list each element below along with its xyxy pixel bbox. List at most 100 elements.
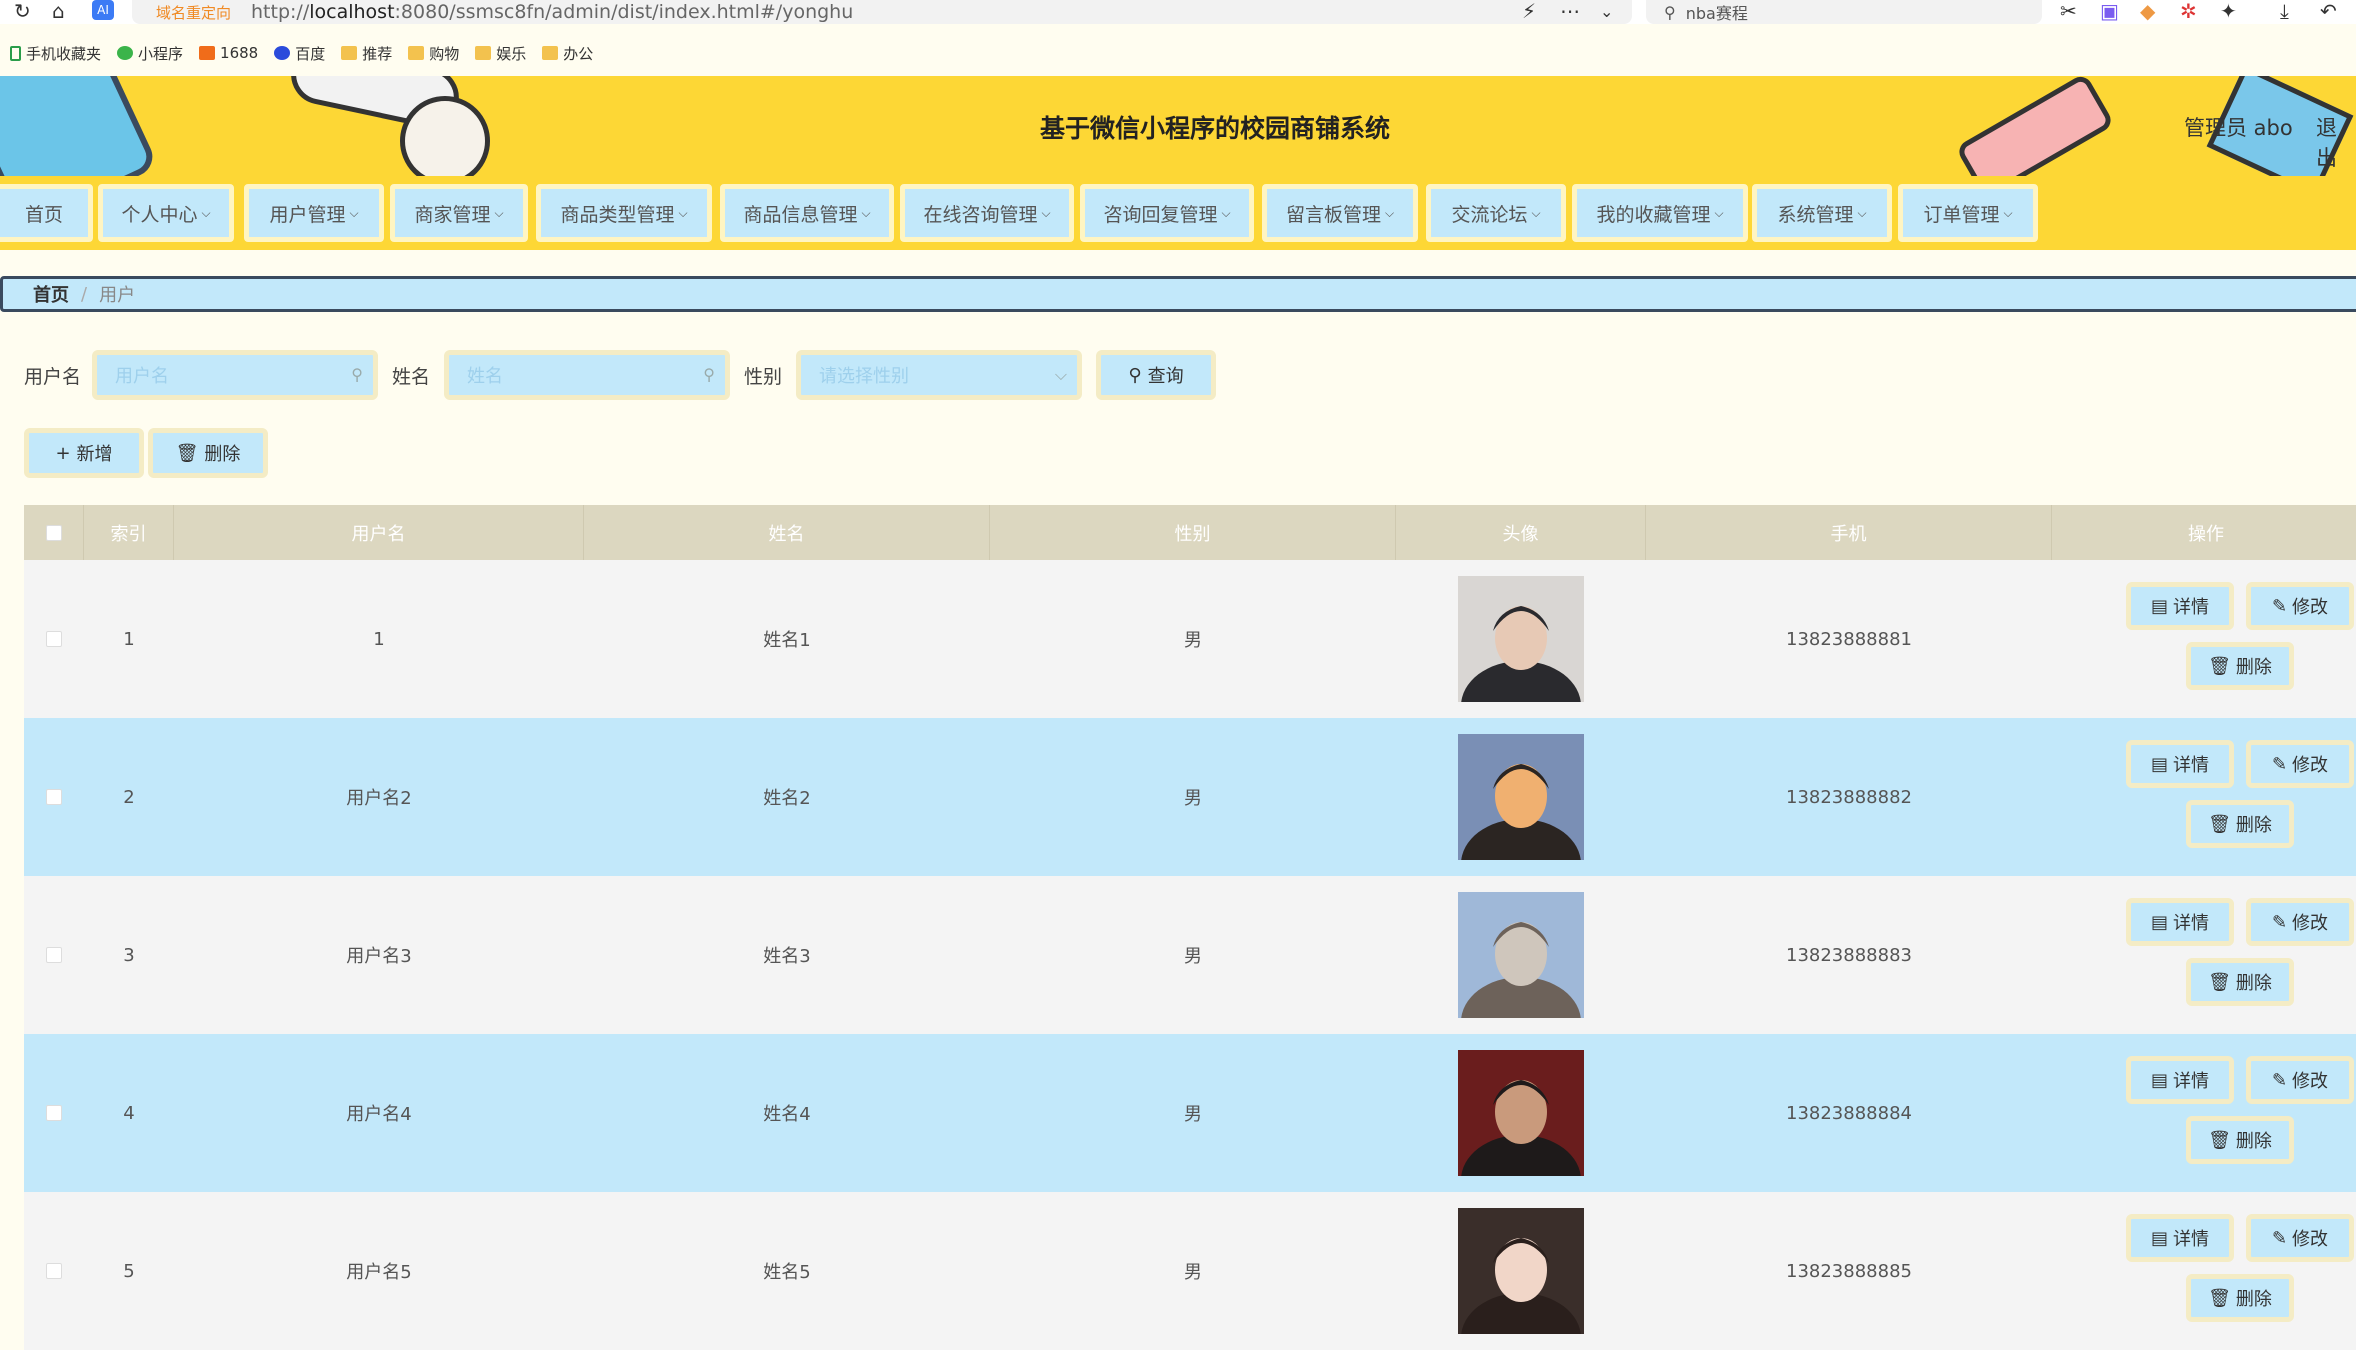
actions-cell: ▤ 详情 ✎ 修改 🗑 删除 [2052,560,2356,718]
row-checkbox[interactable] [46,789,62,805]
row-checkbox[interactable] [46,947,62,963]
row-select-cell[interactable] [24,1192,84,1350]
username-filter-input[interactable]: 用户名 ⚲ [92,350,378,400]
reload-icon[interactable]: ↻ [14,0,31,23]
detail-button[interactable]: ▤ 详情 [2126,1056,2234,1104]
menu-consult-management[interactable]: 在线咨询管理 ⌵ [900,184,1074,242]
delete-button[interactable]: 🗑 删除 [2186,642,2294,690]
phone-cell: 13823888881 [1786,628,1912,650]
row-select-cell[interactable] [24,876,84,1034]
edit-button[interactable]: ✎ 修改 [2246,1214,2354,1262]
select-all-cell[interactable] [24,505,84,560]
delete-button[interactable]: 🗑 删除 [2186,800,2294,848]
bookmark-miniprogram[interactable]: 小程序 [117,43,183,64]
bookmark-recommend[interactable]: 推荐 [341,43,392,64]
bookmark-baidu[interactable]: 百度 [274,43,325,64]
pencil-icon: ✎ [2271,1227,2288,1249]
bookmark-shopping[interactable]: 购物 [408,43,459,64]
chevron-down-icon: ⌵ [1714,205,1724,220]
row-checkbox[interactable] [46,1105,62,1121]
ai-icon[interactable]: AI [92,0,114,20]
row-select-cell[interactable] [24,560,84,718]
batch-delete-button[interactable]: 🗑 删除 [148,428,268,478]
chevron-down-icon: ⌵ [494,205,504,220]
row-select-cell[interactable] [24,718,84,876]
redirect-label: 域名重定向 [156,3,232,22]
username-cell: 用户名2 [346,788,412,809]
address-bar[interactable]: 域名重定向 http://localhost:8080/ssmsc8fn/adm… [132,0,1632,24]
menu-forum[interactable]: 交流论坛 ⌵ [1426,184,1566,242]
download-icon[interactable]: ⤓ [2280,0,2289,23]
column-phone: 手机 [1646,505,2052,560]
trash-icon: 🗑 [2208,971,2231,993]
detail-button[interactable]: ▤ 详情 [2126,740,2234,788]
column-username: 用户名 [174,505,584,560]
edit-button[interactable]: ✎ 修改 [2246,582,2354,630]
delete-button[interactable]: 🗑 删除 [2186,1116,2294,1164]
username-filter-label: 用户名 [24,366,82,388]
bookmarks-bar: 手机收藏夹 小程序 1688 百度 推荐 购物 娱乐 办公 [0,38,609,68]
breadcrumb-home[interactable]: 首页 [33,281,69,307]
phone-cell: 13823888883 [1786,944,1912,966]
row-checkbox[interactable] [46,631,62,647]
edit-button[interactable]: ✎ 修改 [2246,1056,2354,1104]
chevron-down-icon: ⌵ [861,205,871,220]
menu-product-type-management[interactable]: 商品类型管理 ⌵ [536,184,712,242]
edit-button[interactable]: ✎ 修改 [2246,740,2354,788]
translate-icon[interactable]: ▣ [2100,0,2119,23]
pencil-icon: ✎ [2271,1069,2288,1091]
avatar [1458,892,1584,1018]
add-button[interactable]: + 新增 [24,428,144,478]
detail-button[interactable]: ▤ 详情 [2126,582,2234,630]
bookmark-entertainment[interactable]: 娱乐 [475,43,526,64]
undo-icon[interactable]: ↶ [2320,0,2337,23]
lightning-icon[interactable]: ⚡ [1522,0,1536,23]
chevron-down-icon[interactable]: ⌄ [1600,0,1613,22]
name-filter-label: 姓名 [392,366,431,388]
gender-filter-select[interactable]: 请选择性别 ⌵ [796,350,1082,400]
table-row: 1 1 姓名1 男 13823888881 ▤ 详情 ✎ 修改 🗑 删除 [24,560,2356,718]
extensions-icon[interactable]: ✦ [2220,0,2237,23]
name-filter-input[interactable]: 姓名 ⚲ [444,350,730,400]
menu-user-management[interactable]: 用户管理 ⌵ [244,184,384,242]
query-button[interactable]: ⚲ 查询 [1096,350,1216,400]
menu-merchant-management[interactable]: 商家管理 ⌵ [390,184,528,242]
browser-toolbar: ↻ ⌂ AI 域名重定向 http://localhost:8080/ssmsc… [0,0,2356,24]
menu-favorites-management[interactable]: 我的收藏管理 ⌵ [1572,184,1748,242]
game-icon[interactable]: ◆ [2140,0,2155,23]
gender-filter-label: 性别 [744,366,783,388]
row-checkbox[interactable] [46,1263,62,1279]
menu-personal-center[interactable]: 个人中心 ⌵ [98,184,234,242]
table-row: 2 用户名2 姓名2 男 13823888882 ▤ 详情 ✎ 修改 🗑 删除 [24,718,2356,876]
menu-reply-management[interactable]: 咨询回复管理 ⌵ [1080,184,1254,242]
admin-label: 管理员 abo [2184,116,2293,140]
chevron-down-icon: ⌵ [1054,365,1067,384]
menu-product-info-management[interactable]: 商品信息管理 ⌵ [720,184,894,242]
bookmark-office[interactable]: 办公 [542,43,593,64]
detail-button[interactable]: ▤ 详情 [2126,1214,2234,1262]
delete-button[interactable]: 🗑 删除 [2186,958,2294,1006]
document-icon: ▤ [2150,595,2168,617]
name-cell: 姓名3 [763,946,811,967]
logout-link[interactable]: 退出 [2316,112,2356,172]
document-icon: ▤ [2150,911,2168,933]
detail-button[interactable]: ▤ 详情 [2126,898,2234,946]
edit-button[interactable]: ✎ 修改 [2246,898,2354,946]
avatar [1458,576,1584,702]
menu-system-management[interactable]: 系统管理 ⌵ [1752,184,1892,242]
name-cell: 姓名2 [763,788,811,809]
app-icon[interactable]: ✲ [2180,0,2197,23]
breadcrumb-current: 用户 [99,285,136,306]
menu-order-management[interactable]: 订单管理 ⌵ [1898,184,2038,242]
menu-message-board-management[interactable]: 留言板管理 ⌵ [1262,184,1418,242]
menu-home[interactable]: 首页 [0,184,93,242]
scissors-icon[interactable]: ✂ [2060,0,2077,23]
more-icon[interactable]: ⋯ [1560,0,1580,23]
row-select-cell[interactable] [24,1034,84,1192]
home-icon[interactable]: ⌂ [52,0,65,23]
browser-search[interactable]: ⚲ nba赛程 [1646,0,2042,24]
folder-icon [341,46,358,60]
delete-button[interactable]: 🗑 删除 [2186,1274,2294,1322]
bookmark-mobile[interactable]: 手机收藏夹 [10,43,101,64]
bookmark-1688[interactable]: 1688 [199,44,258,62]
